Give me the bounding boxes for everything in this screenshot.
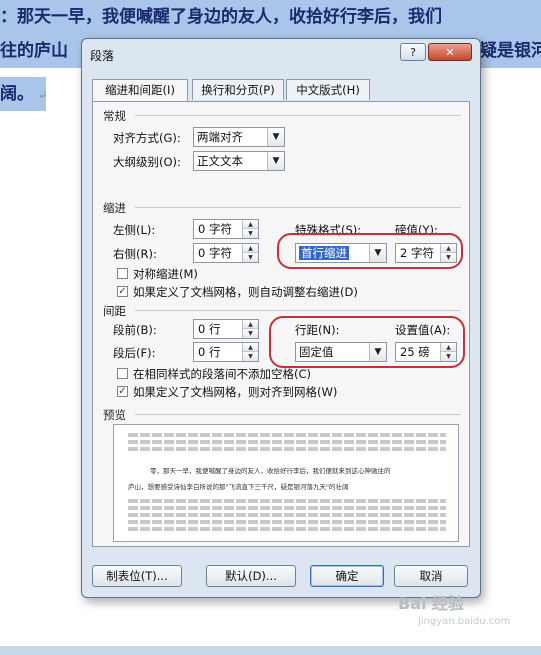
indent-right-label: 右侧(R):: [113, 247, 157, 261]
annotation-ring-line-spacing: [269, 316, 465, 368]
chevron-down-icon: ▼: [267, 128, 284, 146]
spin-up-icon[interactable]: ▲: [243, 343, 258, 352]
spin-up-icon[interactable]: ▲: [243, 220, 258, 229]
preview-separator: [135, 414, 461, 415]
alignment-value: 两端对齐: [197, 130, 243, 144]
document-text-3: 阔。: [0, 84, 34, 104]
watermark-logo: Bai 经验: [398, 594, 465, 613]
watermark-url: jingyan.baidu.com: [418, 616, 511, 627]
space-after-label: 段后(F):: [113, 346, 156, 360]
preview-next-paragraph: [128, 527, 446, 531]
no-space-checkbox[interactable]: [117, 368, 128, 379]
preview-prev-paragraph: [128, 440, 446, 444]
alignment-select[interactable]: 两端对齐 ▼: [193, 127, 285, 147]
section-spacing-title: 间距: [103, 304, 126, 318]
space-before-spinner[interactable]: 0 行 ▲ ▼: [193, 319, 259, 339]
indent-separator: [135, 207, 461, 208]
preview-next-paragraph: [128, 499, 446, 503]
ok-button[interactable]: 确定: [310, 565, 384, 587]
no-space-label: 在相同样式的段落间不添加空格(C): [133, 367, 312, 381]
spin-down-icon[interactable]: ▼: [243, 329, 258, 338]
spin-up-icon[interactable]: ▲: [243, 320, 258, 329]
document-text-2a: 往的庐山: [0, 41, 68, 61]
auto-adjust-label: 如果定义了文档网格，则自动调整右缩进(D): [133, 285, 358, 299]
spinner-buttons[interactable]: ▲ ▼: [242, 244, 258, 262]
spacing-separator: [135, 310, 461, 311]
dialog-titlebar[interactable]: 段落 ? ✕: [82, 39, 480, 69]
spinner-buttons[interactable]: ▲ ▼: [242, 220, 258, 238]
indent-left-label: 左侧(L):: [113, 223, 156, 237]
preview-next-paragraph: [128, 520, 446, 524]
close-button[interactable]: ✕: [428, 43, 472, 61]
tab-asian-typography[interactable]: 中文版式(H): [286, 79, 370, 100]
indent-left-spinner[interactable]: 0 字符 ▲ ▼: [193, 219, 259, 239]
indent-right-spinner[interactable]: 0 字符 ▲ ▼: [193, 243, 259, 263]
chevron-down-icon: ▼: [267, 152, 284, 170]
outline-level-value: 正文文本: [197, 154, 243, 168]
tab-panel: 常规 对齐方式(G): 两端对齐 ▼ 大纲级别(O): 正文文本 ▼ 缩进 左侧…: [92, 101, 470, 547]
spinner-buttons[interactable]: ▲ ▼: [242, 320, 258, 338]
preview-prev-paragraph: [128, 433, 446, 437]
mirror-indent-checkbox[interactable]: [117, 268, 128, 279]
preview-box: 零，那天一早，我便喊醒了身边的友人，收拾好行李后，我们便就来到这心神驰往的 庐山…: [113, 424, 459, 542]
paragraph-mark: ↵: [38, 89, 46, 102]
dialog-title: 段落: [90, 49, 115, 63]
paragraph-dialog: 段落 ? ✕ 缩进和间距(I) 换行和分页(P) 中文版式(H) 常规 对齐方式…: [81, 38, 481, 598]
set-default-button[interactable]: 默认(D)...: [206, 565, 296, 587]
mirror-indent-label: 对称缩进(M): [133, 267, 198, 281]
outline-level-label: 大纲级别(O):: [113, 155, 181, 169]
section-general-title: 常规: [103, 109, 126, 123]
tab-indents-spacing[interactable]: 缩进和间距(I): [92, 79, 188, 102]
outline-level-select[interactable]: 正文文本 ▼: [193, 151, 285, 171]
spin-down-icon[interactable]: ▼: [243, 253, 258, 262]
indent-right-value: 0 字符: [198, 246, 232, 260]
section-preview-title: 预览: [103, 408, 126, 422]
space-before-label: 段前(B):: [113, 323, 157, 337]
snap-to-grid-checkbox[interactable]: ✓: [117, 386, 128, 397]
space-before-value: 0 行: [198, 322, 221, 336]
tabs-button[interactable]: 制表位(T)...: [92, 565, 182, 587]
annotation-ring-special-indent: [277, 233, 463, 269]
alignment-label: 对齐方式(G):: [113, 131, 181, 145]
bottom-bar: [0, 646, 541, 655]
space-after-value: 0 行: [198, 345, 221, 359]
document-line-1: ：那天一早，我便喊醒了身边的友人，收拾好行李后，我们: [0, 0, 541, 34]
spin-down-icon[interactable]: ▼: [243, 352, 258, 361]
preview-prev-paragraph: [128, 447, 446, 451]
spinner-buttons[interactable]: ▲ ▼: [242, 343, 258, 361]
section-indent-title: 缩进: [103, 201, 126, 215]
space-after-spinner[interactable]: 0 行 ▲ ▼: [193, 342, 259, 362]
indent-left-value: 0 字符: [198, 222, 232, 236]
spin-up-icon[interactable]: ▲: [243, 244, 258, 253]
document-line-3: 阔。 ↵: [0, 77, 46, 111]
preview-text-line-2: 庐山，想要感受诗仙李白所说的那"飞流直下三千尺，疑是银河落九天"的壮阔: [128, 483, 349, 491]
preview-next-paragraph: [128, 513, 446, 517]
auto-adjust-checkbox[interactable]: ✓: [117, 286, 128, 297]
preview-text-line-1: 零，那天一早，我便喊醒了身边的友人，收拾好行李后，我们便就来到这心神驰往的: [150, 467, 391, 475]
document-text-1: ：那天一早，我便喊醒了身边的友人，收拾好行李后，我们: [0, 7, 442, 27]
tab-line-page-breaks[interactable]: 换行和分页(P): [192, 79, 284, 100]
cancel-button[interactable]: 取消: [394, 565, 468, 587]
document-text-2b: 疑是银河: [480, 41, 541, 61]
snap-to-grid-label: 如果定义了文档网格，则对齐到网格(W): [133, 385, 338, 399]
general-separator: [135, 115, 461, 116]
spin-down-icon[interactable]: ▼: [243, 229, 258, 238]
preview-next-paragraph: [128, 506, 446, 510]
help-button[interactable]: ?: [400, 43, 426, 61]
